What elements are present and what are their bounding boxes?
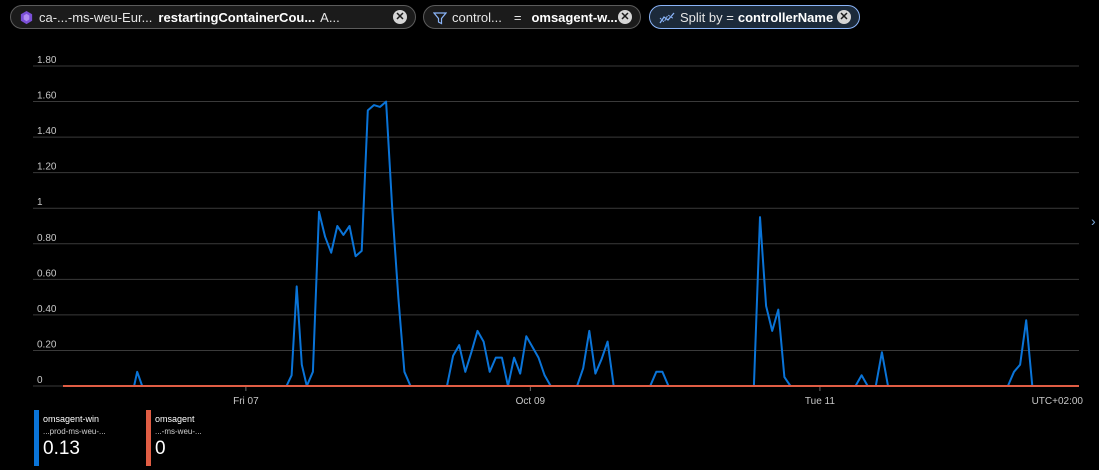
y-tick-label: 1 <box>37 197 43 208</box>
legend-item-omsagent[interactable]: omsagent ...-ms-weu-... 0 <box>146 410 256 466</box>
legend-series-name: omsagent <box>155 414 195 424</box>
chart-grid <box>33 65 1079 387</box>
expand-chevron-icon[interactable]: › <box>1091 213 1096 229</box>
x-tick-label: Oct 09 <box>516 396 546 407</box>
legend-color-swatch <box>146 410 151 466</box>
y-tick-label: 0.40 <box>37 304 57 315</box>
y-tick-label: 1.80 <box>37 55 57 66</box>
x-tick-label: Tue 11 <box>805 396 835 407</box>
x-axis-ticks: Fri 07 Oct 09 Tue 11 <box>233 386 835 407</box>
legend-series-value: 0.13 <box>43 438 80 459</box>
legend-resource-name: ...-ms-weu-... <box>155 427 202 436</box>
legend-series-value: 0 <box>155 438 166 459</box>
legend-item-omsagent-win[interactable]: omsagent-win ...prod-ms-weu-... 0.13 <box>34 410 144 466</box>
timezone-label: UTC+02:00 <box>1032 396 1084 407</box>
legend-color-swatch <box>34 410 39 466</box>
x-tick-label: Fri 07 <box>233 396 259 407</box>
y-tick-label: 1.60 <box>37 91 57 102</box>
y-axis-ticks: 0 0.20 0.40 0.60 0.80 1 1.20 1.40 1.60 1.80 <box>37 55 57 386</box>
line-chart: 0 0.20 0.40 0.60 0.80 1 1.20 1.40 1.60 1.80 Fri 0… <box>33 55 1084 407</box>
legend-resource-name: ...prod-ms-weu-... <box>43 427 106 436</box>
y-tick-label: 0 <box>37 375 43 386</box>
y-tick-label: 1.20 <box>37 162 57 173</box>
y-tick-label: 0.80 <box>37 233 57 244</box>
y-tick-label: 0.20 <box>37 339 57 350</box>
y-tick-label: 1.40 <box>37 126 57 137</box>
legend-series-name: omsagent-win <box>43 414 100 424</box>
y-tick-label: 0.60 <box>37 268 57 279</box>
